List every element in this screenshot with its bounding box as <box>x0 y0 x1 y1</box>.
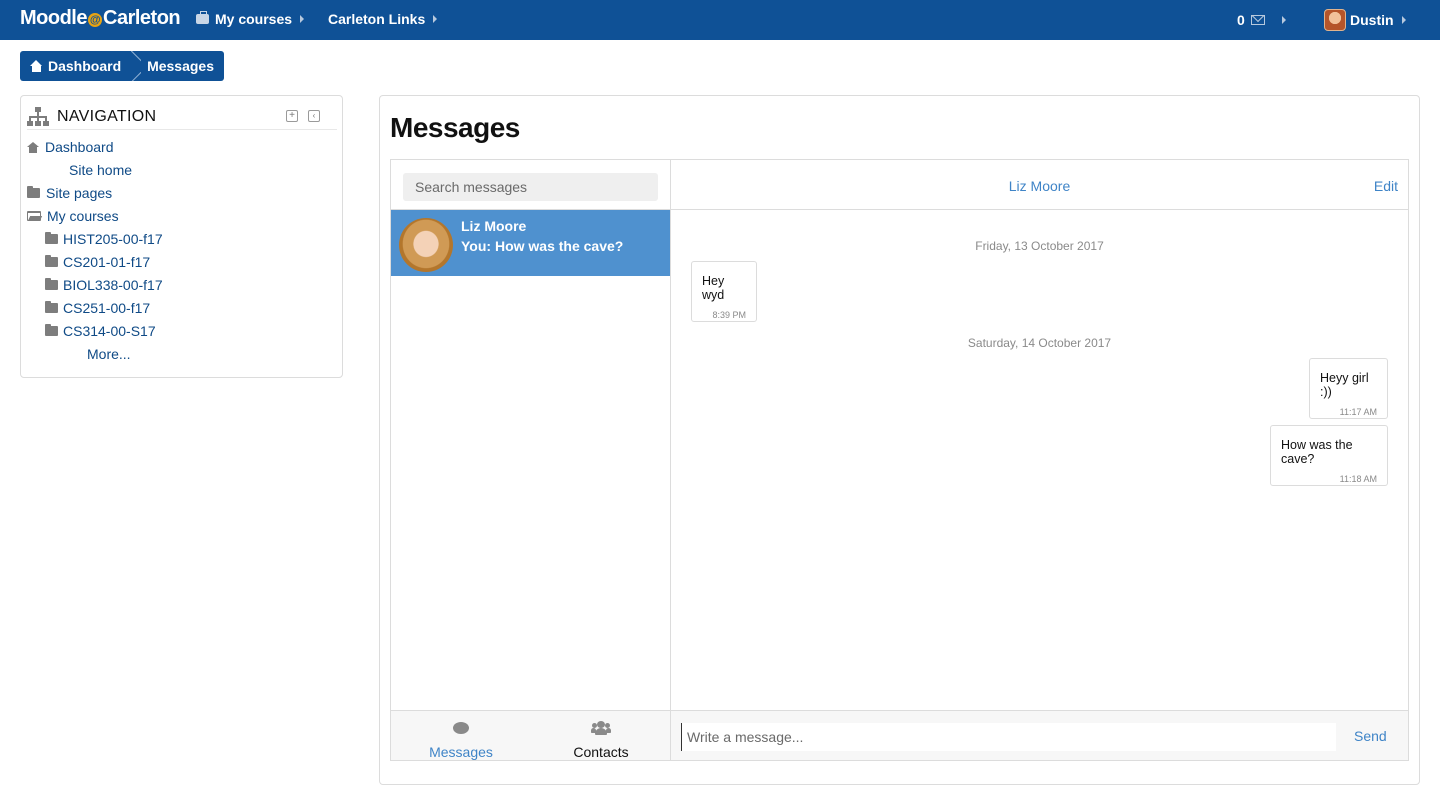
caret-right-icon[interactable] <box>1282 16 1286 24</box>
caret-right-icon <box>433 15 438 23</box>
breadcrumb-label: Messages <box>147 58 214 74</box>
chat-header: Liz Moore Edit <box>671 160 1408 210</box>
navigation-block: NAVIGATION + ‹ Dashboard Site home Site … <box>20 95 343 378</box>
conversation-item[interactable]: Liz Moore You: How was the cave? <box>391 210 670 276</box>
send-button[interactable]: Send <box>1354 728 1387 744</box>
chat-bubble-icon <box>453 722 469 734</box>
page-title: Messages <box>390 112 520 143</box>
nav-item-course[interactable]: BIOL338-00-f17 <box>45 274 163 296</box>
nav-item-course[interactable]: HIST205-00-f17 <box>45 228 163 250</box>
nav-item-course[interactable]: CS314-00-S17 <box>45 320 156 342</box>
day-separator: Friday, 13 October 2017 <box>975 239 1104 253</box>
nav-item-label: CS251-00-f17 <box>63 300 151 316</box>
compose-bar: Send <box>671 710 1408 760</box>
nav-item-label: My courses <box>47 208 119 224</box>
breadcrumb: Dashboard Messages <box>20 51 224 81</box>
conversations-panel: Liz Moore You: How was the cave? Message… <box>391 160 671 760</box>
home-icon <box>30 60 43 72</box>
caret-right-icon <box>300 15 305 23</box>
message-text: Heyy girl :)) <box>1320 371 1369 399</box>
conversation-panel: Liz Moore Edit Friday, 13 October 2017 H… <box>671 160 1408 760</box>
nav-item-label: BIOL338-00-f17 <box>63 277 163 293</box>
user-menu[interactable]: Dustin <box>1324 9 1406 31</box>
nav-item-course[interactable]: CS201-01-f17 <box>45 251 150 273</box>
tab-contacts[interactable]: Contacts <box>531 711 671 761</box>
message-count: 0 <box>1237 12 1245 28</box>
breadcrumb-dashboard[interactable]: Dashboard <box>20 51 131 81</box>
top-navbar: Moodle @ Carleton My courses Carleton Link… <box>0 0 1440 40</box>
message-bubble-sent: How was the cave? 11:18 AM <box>1270 425 1388 486</box>
brand-at: @ <box>88 13 102 27</box>
tab-label: Messages <box>429 744 493 760</box>
day-separator: Saturday, 14 October 2017 <box>967 336 1112 350</box>
breadcrumb-messages[interactable]: Messages <box>141 51 224 81</box>
navigation-title: NAVIGATION <box>57 107 157 125</box>
brand-right: Carleton <box>103 7 181 29</box>
navigation-header: NAVIGATION + ‹ <box>27 104 337 130</box>
dock-block-icon[interactable]: ‹ <box>308 110 320 122</box>
folder-icon <box>45 278 58 290</box>
home-icon <box>27 141 39 153</box>
avatar <box>399 218 453 272</box>
message-input[interactable] <box>681 723 1336 751</box>
users-icon <box>591 721 611 735</box>
user-name: Dustin <box>1350 12 1394 28</box>
nav-item-label: HIST205-00-f17 <box>63 231 163 247</box>
tab-messages[interactable]: Messages <box>391 711 531 761</box>
brand-left: Moodle <box>20 7 88 29</box>
message-time: 11:17 AM <box>1339 407 1377 417</box>
messages-app: Liz Moore You: How was the cave? Message… <box>390 159 1409 761</box>
message-bubble-sent: Heyy girl :)) 11:17 AM <box>1309 358 1388 419</box>
breadcrumb-separator <box>131 51 141 81</box>
add-block-icon[interactable]: + <box>286 110 298 122</box>
site-logo[interactable]: Moodle @ Carleton <box>20 7 181 30</box>
carleton-links-label: Carleton Links <box>328 11 426 27</box>
nav-item-site-home[interactable]: Site home <box>69 159 132 181</box>
nav-item-course[interactable]: CS251-00-f17 <box>45 297 150 319</box>
folder-icon <box>45 324 58 336</box>
envelope-icon <box>1250 15 1265 25</box>
folder-open-icon <box>27 211 41 221</box>
message-text: Hey wyd <box>702 274 725 302</box>
search-input[interactable] <box>403 173 658 201</box>
my-courses-menu[interactable]: My courses <box>196 11 305 27</box>
nav-item-label: CS201-01-f17 <box>63 254 151 270</box>
folder-icon <box>27 186 40 198</box>
folder-icon <box>45 301 58 313</box>
conversation-name: Liz Moore <box>461 218 527 234</box>
nav-item-site-pages[interactable]: Site pages <box>27 182 112 204</box>
chat-contact-name[interactable]: Liz Moore <box>671 178 1408 194</box>
carleton-links-menu[interactable]: Carleton Links <box>328 11 438 27</box>
message-bubble-received: Hey wyd 8:39 PM <box>691 261 757 322</box>
edit-button[interactable]: Edit <box>1374 178 1398 194</box>
search-area <box>391 160 670 210</box>
nav-item-label: CS314-00-S17 <box>63 323 156 339</box>
message-time: 8:39 PM <box>712 310 746 320</box>
my-courses-label: My courses <box>215 11 293 27</box>
folder-icon <box>45 232 58 244</box>
conversation-preview: You: How was the cave? <box>461 238 624 254</box>
nav-item-label: More... <box>87 346 131 362</box>
nav-item-more[interactable]: More... <box>87 343 131 365</box>
briefcase-icon <box>196 11 209 24</box>
sitemap-icon <box>27 106 49 127</box>
nav-item-label: Site home <box>69 162 133 178</box>
avatar <box>1324 9 1346 31</box>
messages-menu[interactable]: 0 <box>1237 12 1265 28</box>
nav-item-dashboard[interactable]: Dashboard <box>27 136 114 158</box>
panel-tabs: Messages Contacts <box>391 710 670 760</box>
nav-item-my-courses[interactable]: My courses <box>27 205 119 227</box>
message-text: How was the cave? <box>1281 438 1353 466</box>
nav-item-label: Site pages <box>46 185 113 201</box>
folder-icon <box>45 255 58 267</box>
tab-label: Contacts <box>573 744 629 760</box>
nav-item-label: Dashboard <box>45 139 114 155</box>
caret-right-icon <box>1401 16 1406 24</box>
breadcrumb-label: Dashboard <box>48 58 122 74</box>
message-time: 11:18 AM <box>1339 474 1377 484</box>
